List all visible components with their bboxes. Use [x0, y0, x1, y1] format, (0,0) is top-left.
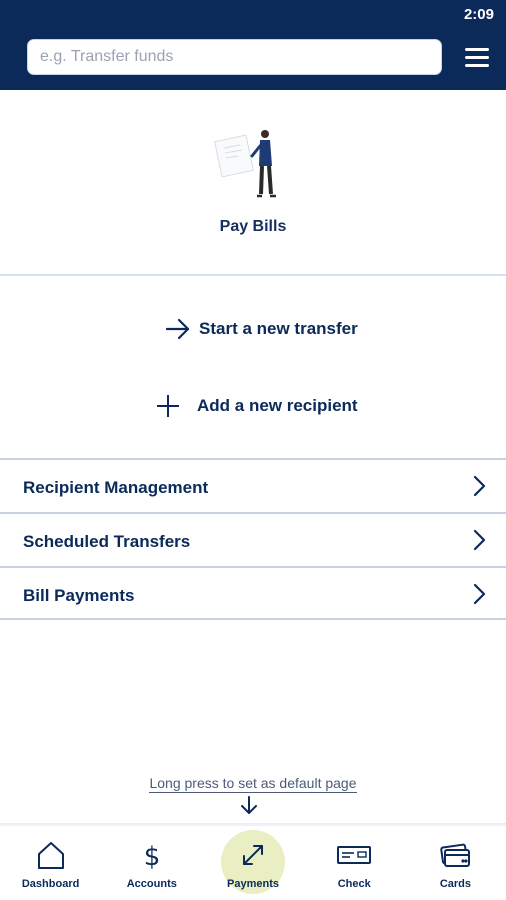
nav-item-check[interactable]: Check: [304, 826, 405, 900]
arrow-down-icon: [241, 796, 257, 814]
search-box[interactable]: [27, 39, 442, 75]
bottom-navigation: Dashboard $ Accounts Payments Check Card…: [0, 826, 506, 900]
nav-label: Dashboard: [21, 878, 80, 890]
list-item-label: Scheduled Transfers: [23, 532, 191, 551]
add-recipient-label: Add a new recipient: [197, 396, 358, 415]
chevron-right-icon: [473, 475, 486, 497]
cards-icon: [440, 843, 471, 867]
start-transfer-button[interactable]: Start a new transfer: [165, 318, 358, 340]
nav-label: Cards: [439, 878, 471, 890]
svg-text:$: $: [144, 842, 161, 870]
top-bar: [0, 30, 506, 90]
nav-label: Check: [337, 878, 371, 890]
nav-item-accounts[interactable]: $ Accounts: [101, 826, 202, 900]
nav-item-cards[interactable]: Cards: [405, 826, 506, 900]
home-icon: [37, 842, 64, 869]
plus-icon: [157, 395, 179, 417]
start-transfer-label: Start a new transfer: [199, 319, 358, 338]
default-page-hint-text: Long press to set as default page: [149, 775, 357, 793]
nav-item-dashboard[interactable]: Dashboard: [0, 826, 101, 900]
list-item-bill-payments[interactable]: Bill Payments: [0, 566, 506, 620]
dollar-icon: $: [144, 842, 161, 870]
default-page-hint[interactable]: Long press to set as default page: [0, 775, 506, 793]
nav-item-payments[interactable]: Payments: [202, 826, 303, 900]
expand-arrows-icon: [243, 845, 263, 865]
search-input[interactable]: [28, 40, 441, 74]
list-item-scheduled-transfers[interactable]: Scheduled Transfers: [0, 512, 506, 566]
arrow-right-icon: [165, 318, 190, 340]
chevron-right-icon: [473, 583, 486, 605]
nav-label: Payments: [227, 878, 279, 890]
list-item-recipient-management[interactable]: Recipient Management: [0, 458, 506, 512]
nav-label: Accounts: [126, 878, 177, 890]
check-icon: [337, 846, 372, 864]
hero-title: Pay Bills: [219, 218, 287, 235]
list-item-label: Recipient Management: [23, 478, 209, 497]
hero-section: Pay Bills: [0, 90, 506, 274]
add-recipient-button[interactable]: Add a new recipient: [155, 393, 358, 419]
person-with-bill-illustration: [214, 130, 276, 198]
hamburger-menu-icon[interactable]: [465, 48, 489, 68]
section-divider: [0, 274, 506, 276]
status-time: 2:09: [463, 6, 494, 23]
status-bar: 2:09: [0, 0, 506, 30]
list-item-label: Bill Payments: [23, 586, 135, 605]
chevron-right-icon: [473, 529, 486, 551]
